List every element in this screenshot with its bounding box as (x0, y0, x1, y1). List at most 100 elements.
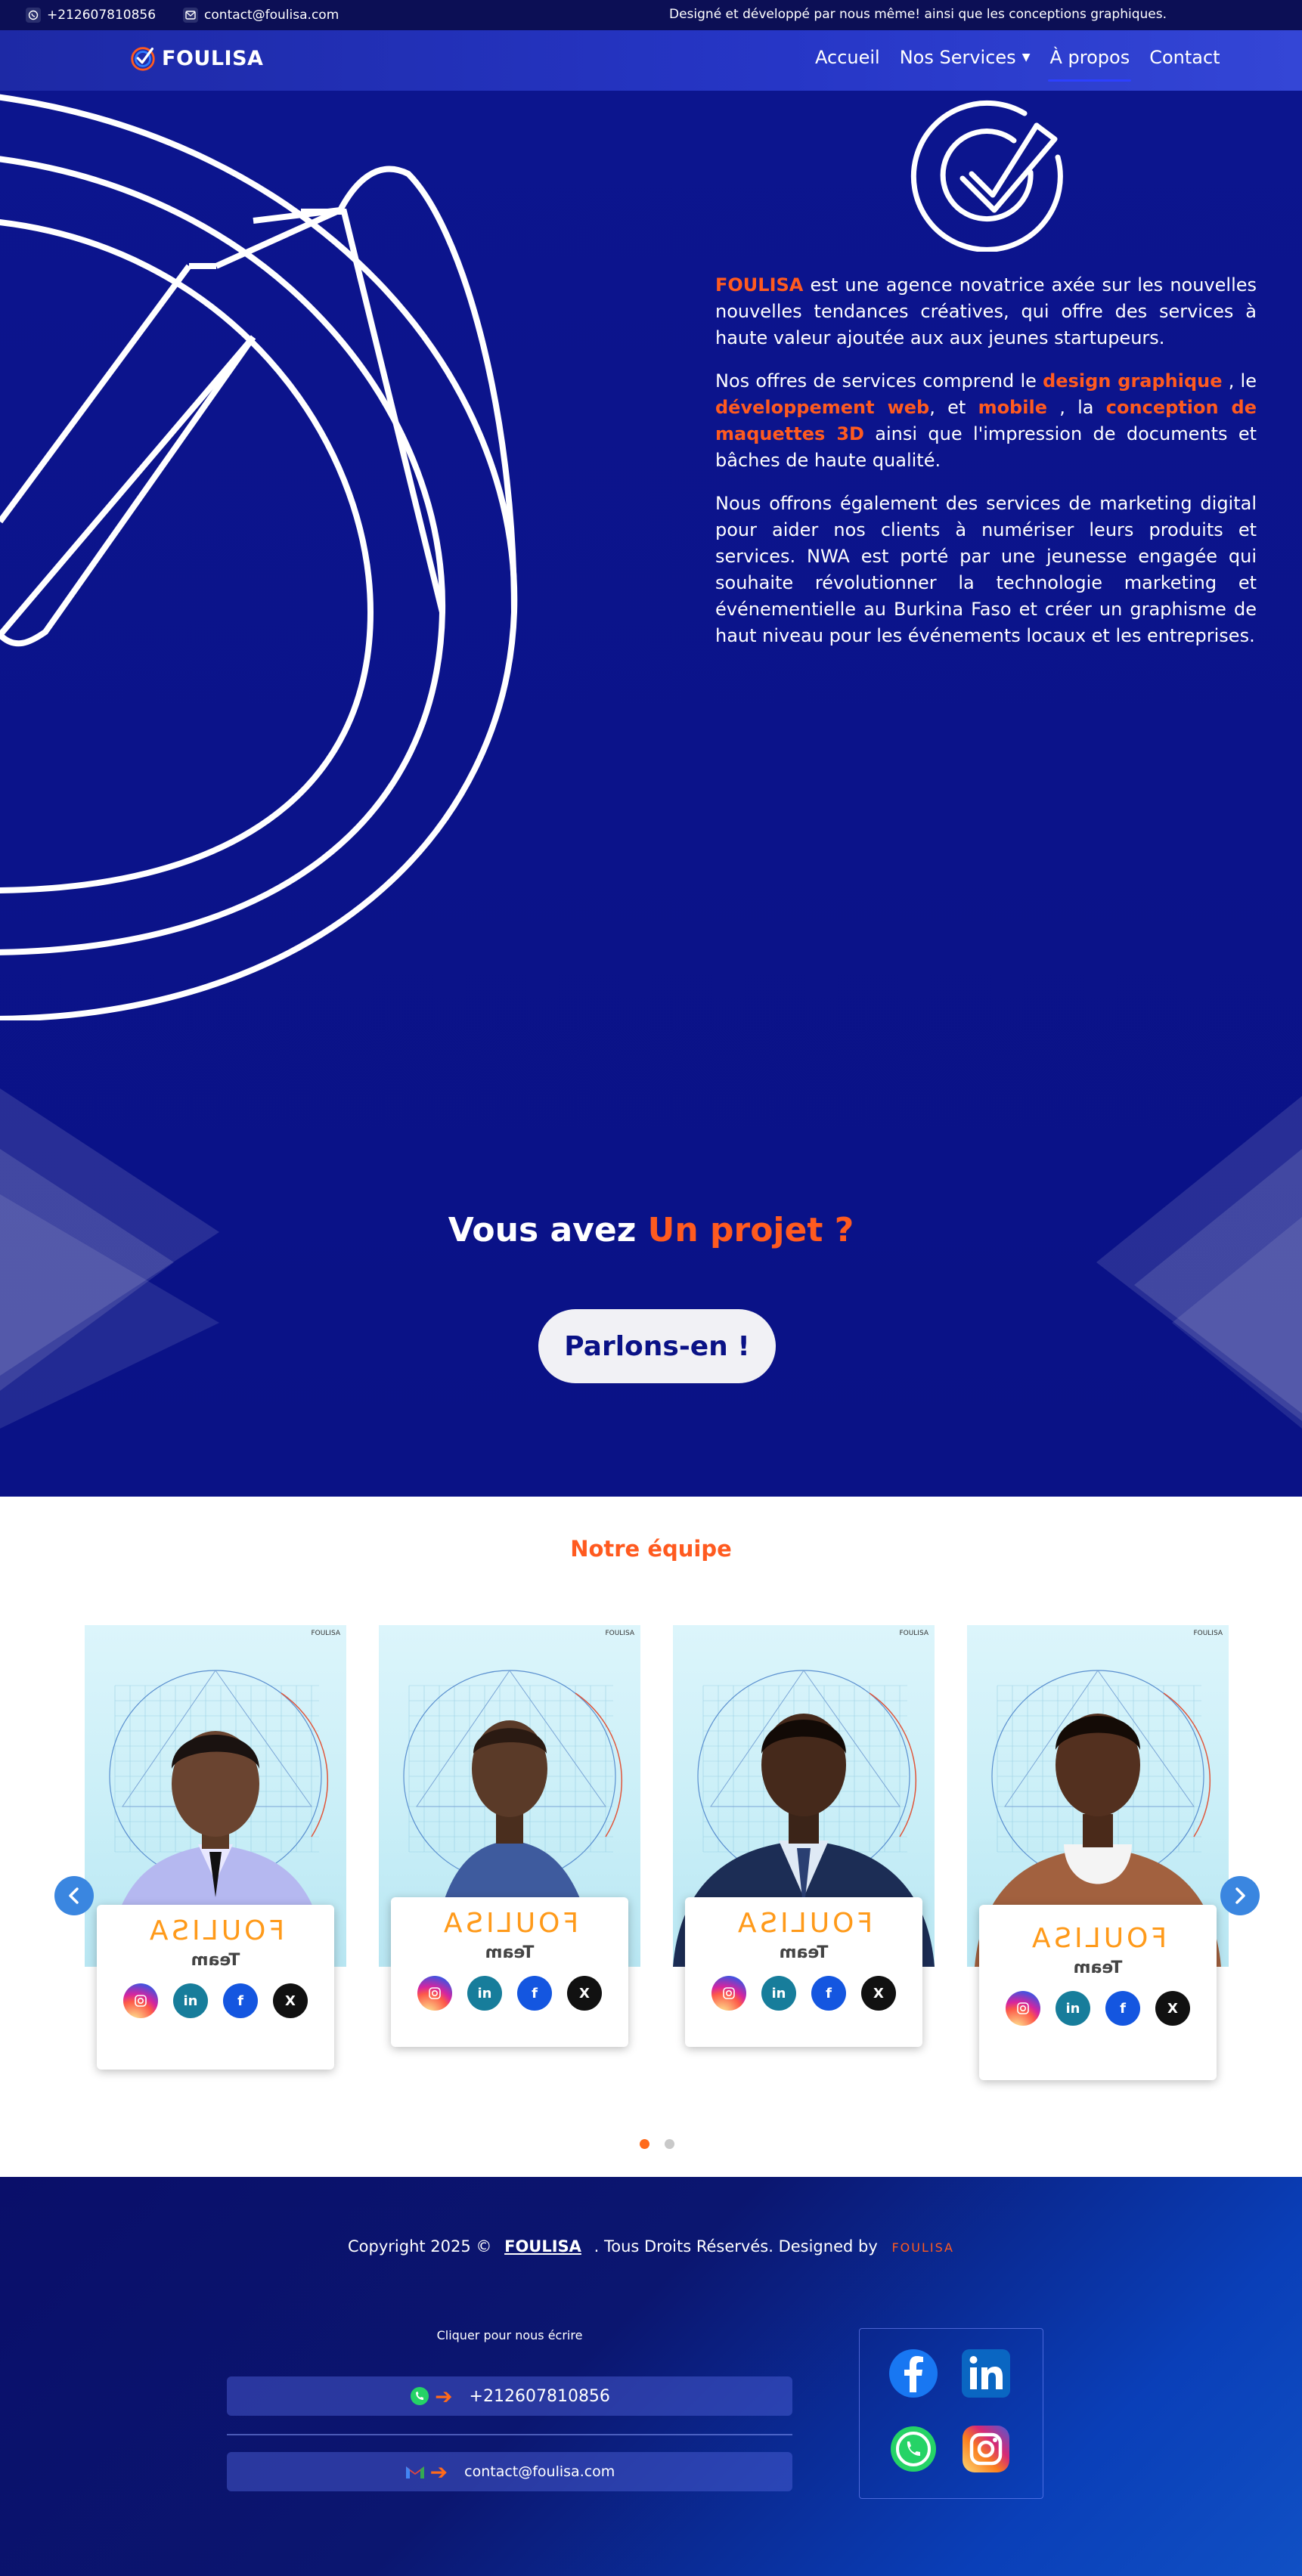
service-mobile: mobile (978, 397, 1047, 418)
carousel-dot-active[interactable] (640, 2139, 649, 2149)
footer-social-links (859, 2328, 1043, 2499)
instagram-icon[interactable] (123, 1983, 158, 2018)
team-member-info: FOULISA Team in f X (979, 1905, 1217, 2080)
linkedin-icon[interactable]: in (761, 1976, 796, 2011)
filter-chevron-icon: ▼ (1021, 51, 1031, 63)
mirrored-role-text: Team (779, 1943, 829, 1962)
mirrored-role-text: Team (191, 1951, 240, 1970)
member-socials: in f X (97, 1983, 334, 2018)
about-paragraph-2: Nos offres de services comprend le desig… (715, 368, 1257, 474)
team-member-info: FOULISA Team in f X (685, 1897, 922, 2047)
main-navigation: FOULISA Accueil Nos Services ▼ À propos C… (0, 30, 1302, 91)
mirrored-role-text: Team (485, 1943, 535, 1962)
footer-divider (227, 2434, 792, 2435)
mail-icon (183, 8, 199, 23)
about-p2-a: Nos offres de services comprend le (715, 370, 1043, 392)
hero-section: FOULISA est une agence novatrice axée su… (0, 91, 1302, 1497)
facebook-icon[interactable]: f (223, 1983, 258, 2018)
linkedin-icon[interactable] (961, 2348, 1011, 2398)
nav-item-accueil[interactable]: Accueil (815, 47, 880, 68)
card-mini-brand: FOULISA (605, 1630, 634, 1637)
decorative-triangles-right (1096, 1096, 1302, 1429)
decorative-logo-outline (0, 94, 518, 1020)
topbar-phone-text: +212607810856 (47, 8, 157, 23)
chevron-right-icon (1235, 1887, 1245, 1904)
x-icon[interactable]: X (861, 1976, 896, 2011)
cta-heading-a: Vous avez (448, 1211, 648, 1249)
team-member-info: FOULISA Team in f X (97, 1905, 334, 2070)
mirrored-brand-text: FOULISA (734, 1908, 873, 1939)
member-socials: in f X (685, 1976, 922, 2011)
topbar-tagline: Designé et développé par nous même! ains… (669, 7, 1167, 22)
nav-item-a-propos[interactable]: À propos (1048, 47, 1131, 82)
team-heading: Notre équipe (570, 1536, 732, 1562)
instagram-icon[interactable] (1006, 1991, 1040, 2026)
about-paragraph-3: Nous offrons également des services de m… (715, 493, 1257, 646)
about-brand: FOULISA (715, 274, 804, 296)
topbar-email-text: contact@foulisa.com (204, 8, 339, 23)
logo-mark-icon (131, 47, 155, 71)
facebook-icon[interactable]: f (517, 1976, 552, 2011)
copyright-line: Copyright 2025 © FOULISA . Tous Droits R… (0, 2237, 1302, 2256)
brand-name: FOULISA (162, 46, 264, 70)
designer-logo[interactable]: FOULISA (891, 2240, 954, 2255)
cta-heading: Vous avez Un projet ? (0, 1211, 1302, 1249)
instagram-icon[interactable] (961, 2424, 1011, 2474)
facebook-icon[interactable] (888, 2348, 938, 2398)
mirrored-brand-text: FOULISA (1028, 1923, 1167, 1954)
whatsapp-icon (26, 8, 41, 23)
team-section: Notre équipe FOULISA FOULISA Team in f X… (0, 1497, 1302, 2177)
about-p2-d: , la (1046, 397, 1106, 418)
carousel-next-button[interactable] (1220, 1876, 1260, 1915)
card-mini-brand: FOULISA (1193, 1630, 1223, 1637)
about-p2-b: , le (1222, 370, 1257, 392)
footer-email-text: contact@foulisa.com (464, 2463, 615, 2480)
whatsapp-icon (411, 2387, 429, 2405)
gmail-icon (405, 2466, 424, 2478)
chevron-left-icon (69, 1887, 79, 1904)
check-emblem-icon (910, 100, 1063, 252)
linkedin-icon[interactable]: in (1056, 1991, 1090, 2026)
team-member-info: FOULISA Team in f X (391, 1897, 628, 2047)
service-developpement-web: développement web (715, 397, 930, 418)
topbar-phone[interactable]: +212607810856 (26, 8, 156, 23)
topbar-email[interactable]: contact@foulisa.com (183, 8, 339, 23)
whatsapp-icon[interactable] (888, 2424, 938, 2474)
nav-item-nos-services[interactable]: Nos Services ▼ (900, 47, 1031, 68)
nav-item-contact[interactable]: Contact (1149, 47, 1220, 68)
facebook-icon[interactable]: f (1105, 1991, 1140, 2026)
brand-logo[interactable]: FOULISA (129, 44, 263, 73)
about-p2-c: , et (929, 397, 978, 418)
footer-brand-link[interactable]: FOULISA (504, 2237, 581, 2256)
instagram-icon[interactable] (711, 1976, 746, 2011)
linkedin-icon[interactable]: in (467, 1976, 502, 2011)
instagram-icon[interactable] (417, 1976, 452, 2011)
lets-talk-button[interactable]: Parlons-en ! (538, 1309, 776, 1383)
nav-menu: Accueil Nos Services ▼ À propos Contact (815, 47, 1240, 82)
nav-item-label: À propos (1049, 47, 1130, 68)
footer-whatsapp-link[interactable]: ➔ +212607810856 (227, 2376, 792, 2416)
rights-text: . Tous Droits Réservés. Designed by (594, 2237, 878, 2256)
decorative-triangles-left (0, 1088, 219, 1429)
carousel-dot[interactable] (665, 2139, 674, 2149)
mirrored-brand-text: FOULISA (146, 1915, 285, 1946)
mirrored-brand-text: FOULISA (440, 1908, 579, 1939)
site-footer: Copyright 2025 © FOULISA . Tous Droits R… (0, 2177, 1302, 2576)
cta-heading-accent: Un projet ? (647, 1211, 854, 1249)
nav-item-label: Contact (1149, 47, 1220, 68)
x-icon[interactable]: X (1155, 1991, 1190, 2026)
service-design-graphique: design graphique (1043, 370, 1223, 392)
card-mini-brand: FOULISA (311, 1630, 340, 1637)
carousel-prev-button[interactable] (54, 1876, 94, 1915)
nav-item-label: Nos Services (899, 47, 1016, 68)
linkedin-icon[interactable]: in (173, 1983, 208, 2018)
footer-phone-text: +212607810856 (469, 2386, 610, 2406)
member-socials: in f X (979, 1991, 1217, 2026)
x-icon[interactable]: X (273, 1983, 308, 2018)
carousel-pagination (640, 2139, 690, 2149)
copyright-text: Copyright 2025 © (348, 2237, 492, 2256)
facebook-icon[interactable]: f (811, 1976, 846, 2011)
footer-email-link[interactable]: ➔ contact@foulisa.com (227, 2452, 792, 2491)
x-icon[interactable]: X (567, 1976, 602, 2011)
about-paragraph-1: FOULISA est une agence novatrice axée su… (715, 272, 1257, 351)
